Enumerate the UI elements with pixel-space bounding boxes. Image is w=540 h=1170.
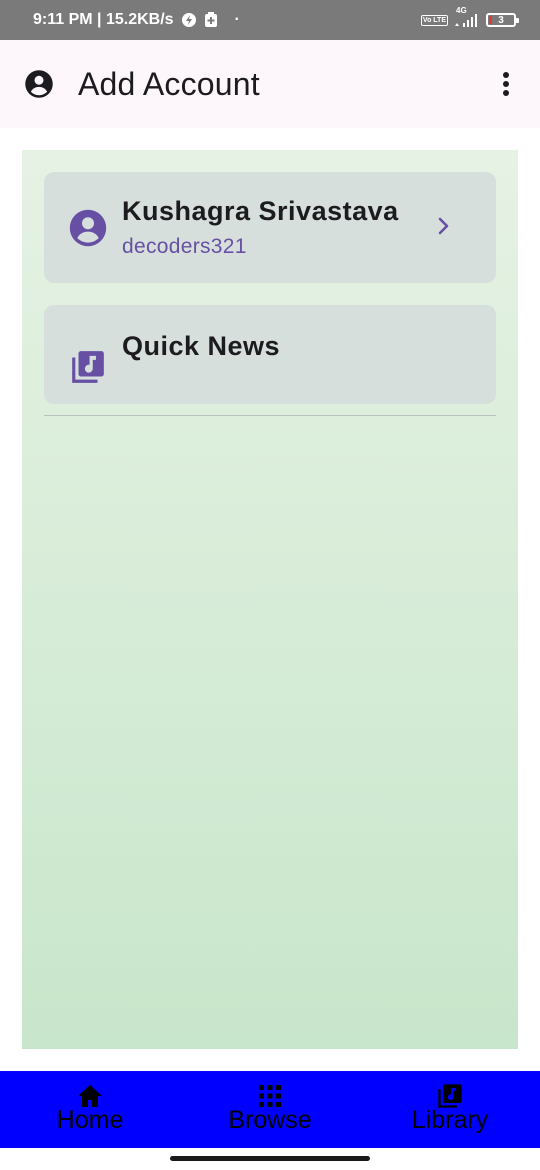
nav-home[interactable]: Home — [0, 1071, 180, 1148]
battery-icon: 3 — [486, 13, 519, 27]
overflow-menu-button[interactable] — [490, 64, 522, 104]
library-music-icon — [69, 348, 107, 386]
home-icon — [78, 1085, 102, 1107]
account-circle-icon — [69, 209, 107, 247]
page-title: Add Account — [78, 65, 260, 102]
grid-icon — [259, 1085, 281, 1107]
account-card[interactable]: Kushagra Srivastava decoders321 — [44, 172, 496, 283]
nav-library[interactable]: Library — [360, 1071, 540, 1148]
content-panel: Kushagra Srivastava decoders321 Quick Ne… — [22, 150, 518, 1049]
home-indicator[interactable] — [170, 1156, 370, 1161]
chevron-right-icon — [437, 216, 451, 241]
app-bar: Add Account — [0, 40, 540, 128]
battery-level — [489, 16, 492, 24]
quick-news-label: Quick News — [122, 331, 281, 361]
nav-library-label: Library — [411, 1106, 489, 1134]
bottom-navigation: Home Browse Library — [0, 1071, 540, 1148]
account-username: decoders321 — [122, 235, 247, 258]
nav-home-label: Home — [56, 1106, 124, 1134]
divider — [44, 415, 496, 416]
status-right: Vo LTE 4G 3 — [420, 6, 519, 28]
nav-browse-label: Browse — [228, 1106, 312, 1134]
nav-browse[interactable]: Browse — [180, 1071, 360, 1148]
network-type: 4G — [456, 6, 467, 15]
data-saver-icon — [181, 12, 197, 28]
battery-percent: 3 — [498, 14, 504, 26]
status-left: 9:11 PM | 15.2KB/s · — [33, 11, 240, 29]
status-dot: · — [234, 11, 240, 28]
more-vert-icon — [503, 72, 509, 96]
account-name: Kushagra Srivastava — [122, 196, 399, 226]
signal-icon: 4G — [454, 6, 480, 28]
battery-saver-icon — [204, 12, 218, 28]
status-bar: 9:11 PM | 15.2KB/s · Vo LTE 4G 3 — [0, 0, 540, 40]
volte-icon: Vo LTE — [420, 14, 448, 26]
quick-news-info: Quick News — [122, 331, 280, 362]
account-info: Kushagra Srivastava decoders321 — [122, 196, 399, 259]
status-time: 9:11 PM | 15.2KB/s — [33, 11, 174, 28]
quick-news-card[interactable]: Quick News — [44, 305, 496, 404]
account-circle-icon — [24, 69, 54, 99]
